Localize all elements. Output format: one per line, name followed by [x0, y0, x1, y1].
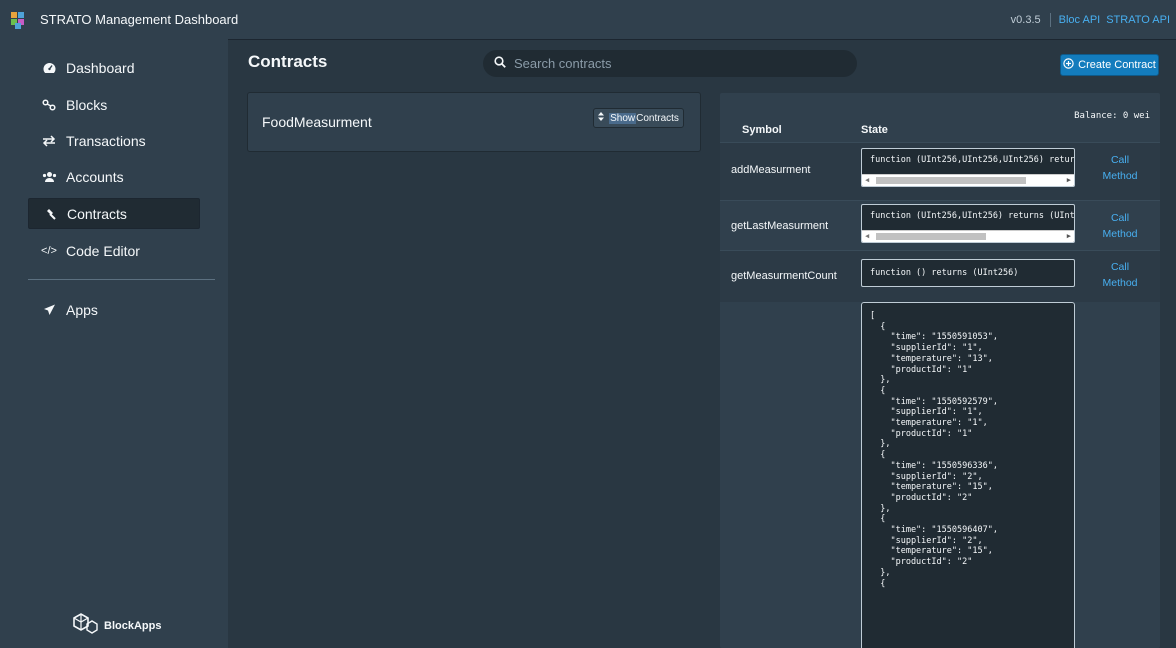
apps-icon [40, 304, 58, 316]
call-method-button[interactable]: Call Method [1090, 210, 1150, 242]
sidebar-item-apps[interactable]: Apps [28, 294, 200, 325]
function-signature-text: function () returns (UInt256) [870, 268, 1019, 278]
contracts-label: Contracts [636, 112, 679, 124]
brand-name: BlockApps [104, 619, 162, 632]
sort-icon [598, 112, 605, 124]
blockapps-logo-icon [70, 612, 98, 639]
app-title: STRATO Management Dashboard [40, 12, 239, 27]
strato-logo-icon[interactable] [8, 9, 30, 31]
call-label: Call [1110, 261, 1130, 273]
bloc-api-link[interactable]: Bloc API [1059, 14, 1101, 26]
transactions-icon [40, 134, 58, 147]
search-icon [494, 55, 506, 73]
version-label: v0.3.5 [1011, 12, 1051, 27]
sidebar-item-label: Dashboard [66, 59, 135, 76]
row-symbol: getMeasurmentCount [731, 270, 837, 282]
json-result-text: [ { "time": "1550591053", "supplierId": … [870, 311, 998, 589]
show-contracts-button[interactable]: ShowContracts [593, 108, 684, 128]
sidebar-item-label: Contracts [67, 205, 127, 222]
dashboard-icon [40, 62, 58, 74]
blockapps-brand: BlockApps [70, 612, 161, 639]
strato-api-link[interactable]: STRATO API [1106, 14, 1170, 26]
blocks-icon [40, 98, 58, 111]
scrollbar-thumb[interactable] [876, 233, 986, 240]
search-input[interactable] [514, 56, 834, 71]
function-signature-field[interactable]: function () returns (UInt256) [861, 259, 1075, 287]
show-label: Show [609, 112, 637, 124]
sidebar-divider [28, 279, 215, 280]
column-header-symbol: Symbol [742, 124, 782, 136]
column-header-state: State [861, 124, 888, 136]
top-right-links: v0.3.5 Bloc API STRATO API [1011, 0, 1176, 39]
scroll-left-icon[interactable]: ◀ [865, 232, 869, 240]
call-label: Call [1110, 212, 1130, 224]
call-label: Call [1110, 154, 1130, 166]
top-bar: STRATO Management Dashboard v0.3.5 Bloc … [0, 0, 1176, 39]
sidebar-item-label: Blocks [66, 96, 108, 113]
row-symbol: getLastMeasurment [731, 220, 829, 232]
table-row: addMeasurment function (UInt256,UInt256,… [720, 142, 1160, 200]
sidebar-item-label: Apps [66, 301, 98, 318]
sidebar-item-transactions[interactable]: Transactions [28, 125, 200, 156]
function-signature-field[interactable]: function (UInt256,UInt256,UInt256) retur… [861, 148, 1075, 187]
accounts-icon [40, 171, 58, 183]
horizontal-scrollbar[interactable]: ◀ ▶ [862, 230, 1074, 242]
code-icon: </> [41, 244, 57, 257]
scroll-right-icon[interactable]: ▶ [1067, 232, 1071, 240]
method-label: Method [1102, 228, 1138, 240]
contracts-icon [41, 208, 59, 220]
add-circle-icon [1063, 58, 1074, 72]
contract-name: FoodMeasurment [262, 114, 372, 130]
horizontal-scrollbar[interactable]: ◀ ▶ [862, 174, 1074, 186]
function-signature-text: function (UInt256,UInt256) returns (UInt… [870, 211, 1075, 221]
sidebar-item-contracts[interactable]: Contracts [28, 198, 200, 229]
create-contract-label: Create Contract [1078, 59, 1156, 71]
method-label: Method [1102, 277, 1138, 289]
scrollbar-thumb[interactable] [876, 177, 1026, 184]
function-signature-text: function (UInt256,UInt256,UInt256) retur… [870, 155, 1075, 165]
sidebar-item-blocks[interactable]: Blocks [28, 89, 200, 120]
scroll-right-icon[interactable]: ▶ [1067, 176, 1071, 184]
contract-card[interactable]: FoodMeasurment ShowContracts [248, 93, 700, 151]
sidebar-item-label: Transactions [66, 132, 146, 149]
call-method-button[interactable]: Call Method [1090, 152, 1150, 184]
function-signature-field[interactable]: function (UInt256,UInt256) returns (UInt… [861, 204, 1075, 243]
sidebar-item-dashboard[interactable]: Dashboard [28, 52, 200, 83]
sidebar-item-label: Accounts [66, 168, 124, 185]
method-label: Method [1102, 170, 1138, 182]
create-contract-button[interactable]: Create Contract [1060, 54, 1159, 76]
sidebar-item-label: Code Editor [66, 242, 140, 259]
scroll-left-icon[interactable]: ◀ [865, 176, 869, 184]
table-row: getMeasurmentCount function () returns (… [720, 250, 1160, 302]
balance-label: Balance: 0 wei [1074, 111, 1150, 121]
sidebar-item-code-editor[interactable]: </> Code Editor [28, 235, 200, 266]
sidebar: Dashboard Blocks Transactions Accounts C… [0, 39, 228, 648]
row-symbol: addMeasurment [731, 164, 811, 176]
search-bar[interactable] [483, 50, 857, 77]
method-result-output[interactable]: [ { "time": "1550591053", "supplierId": … [861, 302, 1075, 648]
page-title: Contracts [248, 52, 328, 71]
call-method-button[interactable]: Call Method [1090, 259, 1150, 291]
sidebar-item-accounts[interactable]: Accounts [28, 161, 200, 192]
contract-detail-panel: Balance: 0 wei Symbol State addMeasurmen… [720, 93, 1160, 648]
